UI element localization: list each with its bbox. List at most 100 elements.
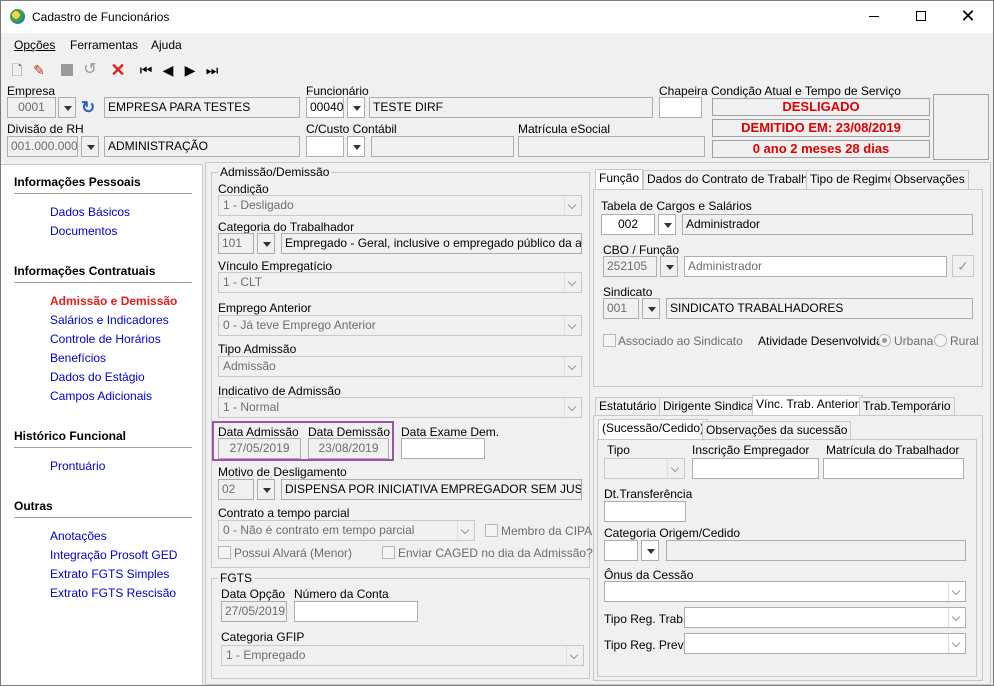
- condicao-select[interactable]: 1 - Desligado: [218, 195, 582, 216]
- combo-arrow-icon[interactable]: [564, 357, 581, 376]
- numero-conta-field[interactable]: [294, 601, 418, 622]
- combo-arrow-icon[interactable]: [948, 634, 965, 653]
- nav-admissao-demissao[interactable]: Admissão e Demissão: [50, 294, 177, 308]
- nav-campos-adicionais[interactable]: Campos Adicionais: [50, 389, 152, 403]
- categoria-gfip-select[interactable]: 1 - Empregado: [221, 645, 584, 666]
- nav-anotacoes[interactable]: Anotações: [50, 529, 107, 543]
- associado-checkbox[interactable]: [603, 334, 616, 347]
- sindicato-dropdown[interactable]: [642, 298, 660, 319]
- cbo-code[interactable]: 252105: [603, 256, 657, 277]
- new-document-icon[interactable]: 🗋: [8, 61, 26, 79]
- divisao-code-field[interactable]: 001.000.000: [7, 136, 78, 157]
- dt-transferencia-field[interactable]: [604, 501, 686, 522]
- last-record-icon[interactable]: ⏭: [203, 61, 221, 79]
- chapeira-field[interactable]: [659, 97, 702, 118]
- nav-prontuario[interactable]: Prontuário: [50, 459, 105, 473]
- indicativo-select[interactable]: 1 - Normal: [218, 397, 582, 418]
- subtab-sucessao[interactable]: (Sucessão/Cedido): [598, 419, 709, 440]
- matricula-esocial-field[interactable]: [518, 136, 705, 157]
- nav-beneficios[interactable]: Benefícios: [50, 351, 106, 365]
- vinculo-select[interactable]: 1 - CLT: [218, 272, 582, 293]
- caged-checkbox[interactable]: [382, 546, 395, 559]
- delete-icon[interactable]: ✕: [109, 61, 127, 79]
- data-opcao-field[interactable]: 27/05/2019: [221, 601, 287, 622]
- combo-arrow-icon[interactable]: [948, 608, 965, 627]
- tab-dirigente-sindical[interactable]: Dirigente Sindical: [659, 397, 761, 416]
- cbo-dropdown[interactable]: [660, 256, 678, 277]
- sindicato-code[interactable]: 001: [603, 298, 639, 319]
- emprego-anterior-select[interactable]: 0 - Já teve Emprego Anterior: [218, 315, 582, 336]
- tab-funcao[interactable]: Função: [595, 169, 644, 190]
- alvara-checkbox[interactable]: [218, 546, 231, 559]
- nav-documentos[interactable]: Documentos: [50, 224, 117, 238]
- minimize-button[interactable]: [859, 6, 889, 26]
- combo-arrow-icon[interactable]: [564, 316, 581, 335]
- funcionario-code-field[interactable]: 00040: [306, 97, 344, 118]
- undo-icon[interactable]: ↺: [81, 61, 99, 79]
- onus-cessao-select[interactable]: [604, 581, 966, 602]
- refresh-company-icon[interactable]: ↻: [81, 99, 101, 117]
- data-demissao-field[interactable]: 23/08/2019: [308, 438, 389, 459]
- first-record-icon[interactable]: ⏮: [137, 61, 155, 79]
- contrato-parcial-select[interactable]: 0 - Não é contrato em tempo parcial: [218, 520, 475, 541]
- menu-opcoes[interactable]: Opções: [14, 38, 55, 52]
- tabela-cargos-code[interactable]: 002: [601, 214, 655, 235]
- cbo-name[interactable]: Administrador: [684, 256, 947, 277]
- combo-arrow-icon[interactable]: [667, 459, 684, 478]
- funcionario-dropdown[interactable]: [347, 97, 365, 118]
- tab-vinc-trab-anterior[interactable]: Vínc. Trab. Anterior: [752, 395, 863, 416]
- nav-estagio[interactable]: Dados do Estágio: [50, 370, 145, 384]
- stop-icon[interactable]: [58, 61, 76, 79]
- close-button[interactable]: ✕: [953, 6, 983, 26]
- empresa-dropdown[interactable]: [58, 97, 76, 118]
- nav-prosoft-ged[interactable]: Integração Prosoft GED: [50, 548, 177, 562]
- membro-cipa-checkbox[interactable]: [485, 524, 498, 537]
- combo-arrow-icon[interactable]: [566, 646, 583, 665]
- rural-radio[interactable]: [934, 334, 947, 347]
- combo-arrow-icon[interactable]: [457, 521, 474, 540]
- edit-pencil-icon[interactable]: ✎: [30, 61, 48, 79]
- confirm-check-icon[interactable]: ✓: [952, 255, 974, 277]
- nav-fgts-rescisao[interactable]: Extrato FGTS Rescisão: [50, 586, 176, 600]
- combo-arrow-icon[interactable]: [564, 398, 581, 417]
- menu-ajuda[interactable]: Ajuda: [151, 38, 182, 52]
- maximize-button[interactable]: [906, 6, 936, 26]
- divisao-dropdown[interactable]: [81, 136, 99, 157]
- inscricao-field[interactable]: [692, 458, 819, 479]
- motivo-dropdown[interactable]: [257, 479, 275, 500]
- combo-arrow-icon[interactable]: [948, 582, 965, 601]
- motivo-code-field[interactable]: 02: [218, 479, 254, 500]
- data-exame-field[interactable]: [401, 438, 485, 459]
- side-navigation: Informações Pessoais Dados Básicos Docum…: [1, 164, 203, 685]
- tipo-admissao-select[interactable]: Admissão: [218, 356, 582, 377]
- combo-arrow-icon[interactable]: [564, 196, 581, 215]
- nav-dados-basicos[interactable]: Dados Básicos: [50, 205, 130, 219]
- matricula-trab-field[interactable]: [823, 458, 964, 479]
- categoria-origem-code[interactable]: [604, 540, 638, 561]
- nav-fgts-simples[interactable]: Extrato FGTS Simples: [50, 567, 169, 581]
- tab-observacoes[interactable]: Observações: [890, 170, 969, 189]
- nav-salarios[interactable]: Salários e Indicadores: [50, 313, 169, 327]
- categoria-origem-dropdown[interactable]: [641, 540, 659, 561]
- tab-dados-contrato[interactable]: Dados do Contrato de Trabalho: [643, 170, 819, 189]
- tipo-reg-trab-select[interactable]: [684, 607, 966, 628]
- categoria-dropdown[interactable]: [257, 233, 275, 254]
- urbana-radio[interactable]: [878, 334, 891, 347]
- data-admissao-field[interactable]: 27/05/2019: [218, 438, 301, 459]
- tipo-reg-prev-select[interactable]: [684, 633, 966, 654]
- tabela-cargos-dropdown[interactable]: [658, 214, 676, 235]
- nav-horarios[interactable]: Controle de Horários: [50, 332, 161, 346]
- tab-trab-temporario[interactable]: Trab.Temporário: [859, 397, 955, 416]
- next-record-icon[interactable]: ▶: [181, 61, 199, 79]
- tipo-select[interactable]: [604, 458, 685, 479]
- categoria-code-field[interactable]: 101: [218, 233, 254, 254]
- combo-arrow-icon[interactable]: [564, 273, 581, 292]
- ccusto-dropdown[interactable]: [347, 136, 365, 157]
- subtab-observacoes-sucessao[interactable]: Observações da sucessão: [702, 421, 852, 440]
- ccusto-field[interactable]: [306, 136, 344, 157]
- prev-record-icon[interactable]: ◀: [159, 61, 177, 79]
- tab-tipo-regime[interactable]: Tipo de Regime: [806, 170, 899, 189]
- empresa-code-field[interactable]: 0001: [7, 97, 56, 118]
- tab-estatutario[interactable]: Estatutário: [595, 397, 661, 416]
- menu-ferramentas[interactable]: Ferramentas: [70, 38, 138, 52]
